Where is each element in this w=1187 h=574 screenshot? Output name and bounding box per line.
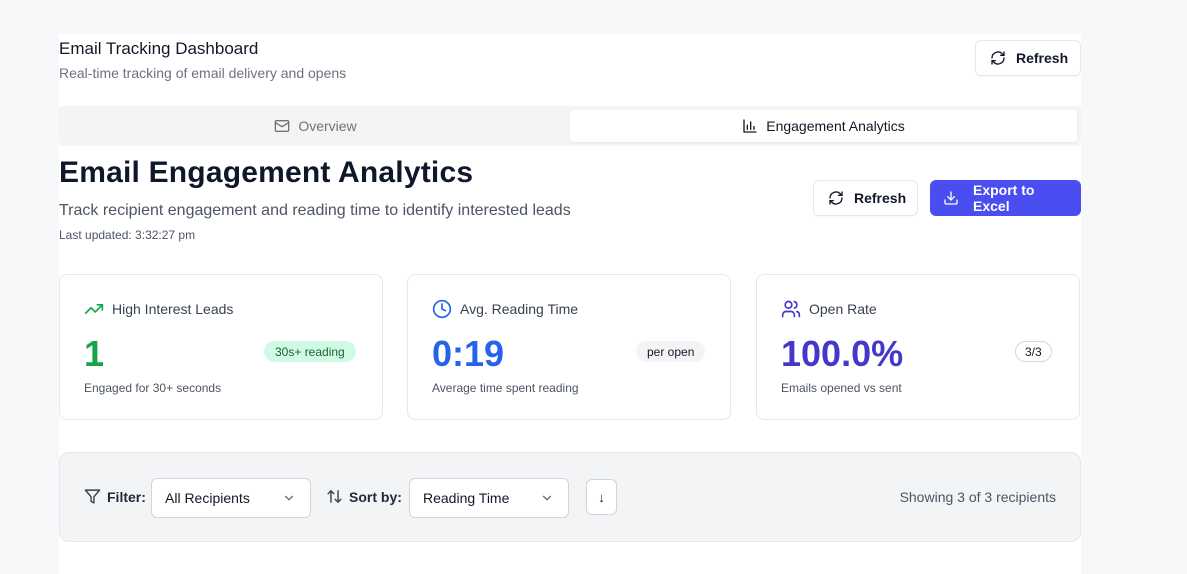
showing-count: Showing 3 of 3 recipients	[899, 489, 1056, 505]
chevron-down-icon	[540, 491, 554, 505]
tab-engagement-analytics-label: Engagement Analytics	[766, 118, 905, 134]
page-title: Email Engagement Analytics	[59, 156, 474, 189]
mail-icon	[274, 118, 290, 134]
stat-title: Avg. Reading Time	[460, 301, 579, 317]
stat-badge: per open	[636, 341, 706, 362]
filter-select[interactable]: All Recipients	[151, 478, 311, 518]
stat-footnote: Emails opened vs sent	[781, 381, 902, 395]
filter-icon	[84, 488, 101, 505]
stat-footnote: Engaged for 30+ seconds	[84, 381, 222, 395]
tab-bar: Overview Engagement Analytics	[59, 106, 1081, 146]
stat-badge: 30s+ reading	[264, 341, 356, 362]
refresh-button[interactable]: Refresh	[813, 180, 918, 216]
sort-label: Sort by:	[349, 488, 402, 505]
chevron-down-icon	[282, 491, 296, 505]
refresh-icon	[828, 190, 844, 206]
filter-label: Filter:	[107, 488, 146, 505]
bar-chart-icon	[742, 118, 758, 134]
stat-card-reading-time: Avg. Reading Time 0:19 per open Average …	[407, 274, 731, 420]
dashboard-card: Email Tracking Dashboard Real-time track…	[59, 34, 1081, 574]
refresh-label: Refresh	[854, 190, 907, 206]
stat-header: High Interest Leads	[84, 299, 233, 319]
dashboard-subtitle: Real-time tracking of email delivery and…	[59, 65, 347, 81]
stat-footnote: Average time spent reading	[432, 381, 579, 395]
sort-arrows-icon	[326, 488, 343, 505]
filter-select-value: All Recipients	[165, 490, 250, 506]
stat-card-high-interest: High Interest Leads 1 30s+ reading Engag…	[59, 274, 383, 420]
download-icon	[943, 190, 959, 206]
dashboard-title: Email Tracking Dashboard	[59, 39, 259, 58]
stat-header: Open Rate	[781, 299, 877, 319]
stat-header: Avg. Reading Time	[432, 299, 578, 319]
last-updated: Last updated: 3:32:27 pm	[59, 228, 196, 242]
tab-overview-label: Overview	[298, 118, 357, 134]
stat-title: Open Rate	[809, 301, 877, 317]
tab-engagement-analytics[interactable]: Engagement Analytics	[570, 110, 1077, 142]
export-excel-button[interactable]: Export to Excel	[930, 180, 1081, 216]
sort-select[interactable]: Reading Time	[409, 478, 569, 518]
filter-label-group: Filter:	[84, 488, 146, 505]
tab-overview[interactable]: Overview	[63, 110, 568, 142]
sort-direction-button[interactable]: ↓	[586, 479, 617, 515]
filter-bar: Filter: All Recipients Sort by: Reading …	[59, 452, 1081, 542]
sort-label-group: Sort by:	[326, 488, 402, 505]
stat-card-open-rate: Open Rate 100.0% 3/3 Emails opened vs se…	[756, 274, 1080, 420]
stat-value: 1	[84, 333, 105, 374]
stat-value: 100.0%	[781, 333, 904, 374]
stat-title: High Interest Leads	[112, 301, 234, 317]
export-label: Export to Excel	[973, 182, 1035, 214]
users-icon	[781, 299, 801, 319]
refresh-icon	[990, 50, 1006, 66]
refresh-label: Refresh	[1016, 50, 1069, 66]
clock-icon	[432, 299, 452, 319]
stat-value: 0:19	[432, 333, 505, 374]
page-description: Track recipient engagement and reading t…	[59, 202, 571, 219]
refresh-button-top[interactable]: Refresh	[975, 40, 1081, 76]
sort-select-value: Reading Time	[423, 490, 510, 506]
stat-badge: 3/3	[1015, 341, 1052, 362]
trending-up-icon	[84, 299, 104, 319]
